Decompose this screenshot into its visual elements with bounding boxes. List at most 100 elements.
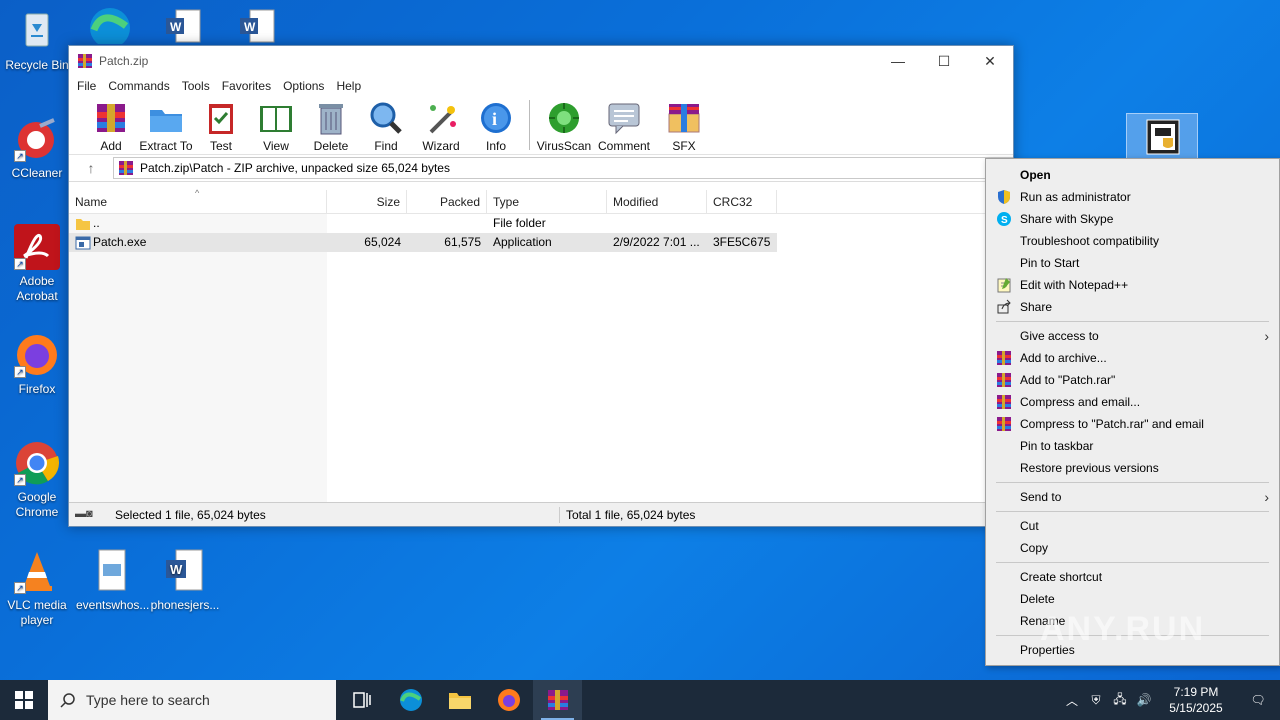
menu-item-pin-to-taskbar[interactable]: Pin to taskbar xyxy=(986,435,1279,457)
desktop-icon-eventswhos[interactable]: eventswhos... xyxy=(76,548,149,613)
edge-desktop-icon[interactable] xyxy=(86,4,132,48)
extract-to-label: Extract To xyxy=(139,139,193,153)
maximize-button[interactable]: ☐ xyxy=(921,46,967,76)
up-arrow-icon[interactable]: ↑ xyxy=(69,160,113,176)
desktop-icon-firefox[interactable]: ↗ Firefox xyxy=(1,332,73,397)
toolbar: Add Extract To Test View Delete Find Wiz… xyxy=(69,96,1013,154)
sfx-archive-icon xyxy=(666,100,702,136)
path-field[interactable]: Patch.zip\Patch - ZIP archive, unpacked … xyxy=(113,157,1013,179)
taskbar-winrar[interactable] xyxy=(533,680,582,720)
info-button[interactable]: i Info xyxy=(468,100,524,153)
menu-item-create-shortcut[interactable]: Create shortcut xyxy=(986,566,1279,588)
menu-item-compress-and-email[interactable]: Compress and email... xyxy=(986,391,1279,413)
clock[interactable]: 7:19 PM 5/15/2025 xyxy=(1156,684,1236,716)
menu-item-add-to-patch-rar[interactable]: Add to "Patch.rar" xyxy=(986,369,1279,391)
volume-icon[interactable]: 🔊 xyxy=(1132,693,1156,707)
menu-separator xyxy=(996,321,1269,322)
menu-tools[interactable]: Tools xyxy=(176,79,216,93)
menu-options[interactable]: Options xyxy=(277,79,330,93)
table-row[interactable]: Patch.exe 65,024 61,575 Application 2/9/… xyxy=(69,233,777,252)
edge-icon xyxy=(399,689,422,711)
desktop-icon-phonesjers[interactable]: W phonesjers... xyxy=(149,548,221,613)
selected-desktop-icon-patch[interactable] xyxy=(1126,113,1198,161)
info-label: Info xyxy=(485,139,506,153)
firefox-icon xyxy=(497,689,520,711)
table-row[interactable]: .. File folder xyxy=(69,214,1013,233)
sfx-button[interactable]: SFX xyxy=(656,100,712,153)
clipboard-check-icon xyxy=(203,100,239,136)
menu-item-add-to-archive[interactable]: Add to archive... xyxy=(986,347,1279,369)
menu-item-open[interactable]: Open xyxy=(986,164,1279,186)
menu-item-edit-with-notepadpp[interactable]: Edit with Notepad++ xyxy=(986,274,1279,296)
find-button[interactable]: Find xyxy=(358,100,414,153)
taskbar-edge[interactable] xyxy=(386,680,435,720)
menu-favorites[interactable]: Favorites xyxy=(216,79,277,93)
menu-item-restore-previous-versions[interactable]: Restore previous versions xyxy=(986,457,1279,479)
status-total: Total 1 file, 65,024 bytes xyxy=(559,506,695,523)
task-view-button[interactable] xyxy=(337,680,386,720)
menu-file[interactable]: File xyxy=(71,79,102,93)
menu-item-pin-to-start[interactable]: Pin to Start xyxy=(986,252,1279,274)
notification-icon[interactable]: 🗨 xyxy=(1236,693,1280,707)
desktop-icon-label: VLC media player xyxy=(7,598,67,627)
test-label: Test xyxy=(209,139,232,153)
close-button[interactable]: ✕ xyxy=(967,46,1013,76)
column-header-crc32[interactable]: CRC32 xyxy=(707,190,777,214)
delete-button[interactable]: Delete xyxy=(303,100,359,153)
file-size: 65,024 xyxy=(364,235,401,249)
menu-separator xyxy=(996,562,1269,563)
taskbar-search-box[interactable]: Type here to search xyxy=(48,680,336,720)
book-icon xyxy=(258,100,294,136)
test-button[interactable]: Test xyxy=(193,100,249,153)
chevron-up-icon[interactable]: ︿ xyxy=(1060,692,1084,709)
menu-commands[interactable]: Commands xyxy=(102,79,175,93)
menu-item-compress-to-patch-rar-and-email[interactable]: Compress to "Patch.rar" and email xyxy=(986,413,1279,435)
start-button[interactable] xyxy=(0,680,48,720)
desktop-icon-ccleaner[interactable]: ↗ CCleaner xyxy=(1,116,73,181)
column-header-size[interactable]: Size xyxy=(327,190,407,214)
menu-item-give-access-to[interactable]: Give access to › xyxy=(986,325,1279,347)
winrar-icon xyxy=(996,372,1012,388)
comment-button[interactable]: Comment xyxy=(591,100,657,153)
winrar-window[interactable]: Patch.zip — ☐ ✕ File Commands Tools Favo… xyxy=(68,45,1014,527)
desktop-icon-recycle-bin[interactable]: Recycle Bin xyxy=(1,8,73,73)
minimize-button[interactable]: — xyxy=(875,46,921,76)
magnifier-icon xyxy=(368,100,404,136)
add-button[interactable]: Add xyxy=(83,100,139,153)
file-list[interactable]: Name Size Packed Type Modified CRC32 ^ .… xyxy=(69,188,1013,502)
word-doc-desktop-icon-2[interactable]: W xyxy=(238,8,278,44)
desktop-icon-vlc[interactable]: ↗ VLC media player xyxy=(1,548,73,628)
extract-to-button[interactable]: Extract To xyxy=(138,100,194,153)
security-icon[interactable]: ⛨ xyxy=(1084,693,1108,708)
column-header-packed[interactable]: Packed xyxy=(407,190,487,214)
name-column-background xyxy=(69,214,327,502)
word-document-icon: W xyxy=(162,548,208,594)
desktop-icon-google-chrome[interactable]: ↗ Google Chrome xyxy=(1,440,73,520)
menu-item-send-to[interactable]: Send to › xyxy=(986,486,1279,508)
menu-item-share[interactable]: Share xyxy=(986,296,1279,318)
menu-item-delete[interactable]: Delete xyxy=(986,588,1279,610)
menu-item-troubleshoot-compatibility[interactable]: Troubleshoot compatibility xyxy=(986,230,1279,252)
clock-date: 5/15/2025 xyxy=(1169,701,1223,715)
wizard-button[interactable]: Wizard xyxy=(413,100,469,153)
folder-icon xyxy=(148,100,184,136)
column-header-type[interactable]: Type xyxy=(487,190,607,214)
menu-item-share-with-skype[interactable]: S Share with Skype xyxy=(986,208,1279,230)
menu-item-run-as-administrator[interactable]: Run as administrator xyxy=(986,186,1279,208)
word-doc-desktop-icon-1[interactable]: W xyxy=(164,8,204,44)
virusscan-button[interactable]: VirusScan xyxy=(536,100,592,153)
window-titlebar[interactable]: Patch.zip — ☐ ✕ xyxy=(69,46,1013,76)
desktop-icon-label: Recycle Bin xyxy=(5,58,69,72)
menu-item-copy[interactable]: Copy xyxy=(986,537,1279,559)
shortcut-arrow-icon: ↗ xyxy=(14,474,26,486)
trash-icon xyxy=(313,100,349,136)
view-button[interactable]: View xyxy=(248,100,304,153)
desktop-icon-adobe-acrobat[interactable]: ↗ Adobe Acrobat xyxy=(1,224,73,304)
network-icon[interactable]: 🖧 xyxy=(1108,690,1132,711)
clock-time: 7:19 PM xyxy=(1173,685,1219,699)
taskbar-file-explorer[interactable] xyxy=(435,680,484,720)
menu-help[interactable]: Help xyxy=(330,79,367,93)
column-header-modified[interactable]: Modified xyxy=(607,190,707,214)
taskbar-firefox[interactable] xyxy=(484,680,533,720)
menu-item-cut[interactable]: Cut xyxy=(986,515,1279,537)
